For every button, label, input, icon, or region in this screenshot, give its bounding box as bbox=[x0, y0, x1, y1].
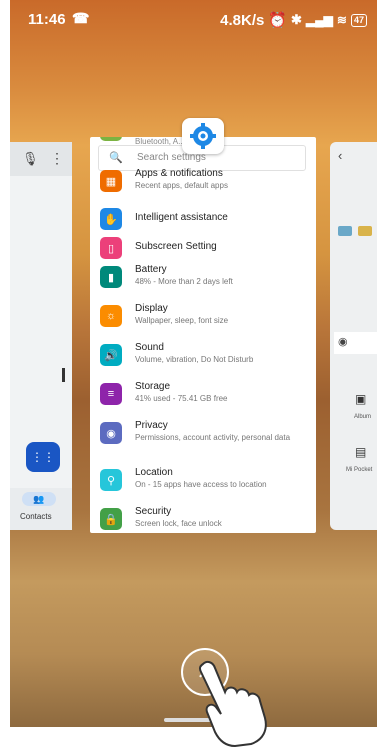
volume-icon: 🔊 bbox=[100, 344, 122, 366]
settings-item-title: Storage bbox=[135, 381, 171, 392]
more-options-icon[interactable]: ⋮ bbox=[50, 150, 64, 167]
bluetooth-icon: ✱ bbox=[291, 12, 302, 27]
settings-item-title: Display bbox=[135, 303, 168, 314]
lock-icon: 🔒 bbox=[100, 508, 122, 530]
phone-top-bar: 🎙 ⋮ bbox=[10, 142, 72, 176]
recent-app-card-gallery[interactable]: ‹ ◉ ▣ Album ▤ Mi Pocket bbox=[330, 142, 377, 530]
battery-icon: ▮ bbox=[100, 266, 122, 288]
signal-icon: ▂▄▆ bbox=[305, 13, 333, 27]
settings-item-title: Intelligent assistance bbox=[135, 212, 228, 223]
album-label: Album bbox=[354, 414, 372, 420]
settings-item-privacy[interactable]: ◉ Privacy Permissions, account activity,… bbox=[90, 414, 316, 459]
settings-item-title: Security bbox=[135, 506, 172, 517]
display-icon: ☼ bbox=[100, 305, 122, 327]
settings-item-location[interactable]: ⚲ Location On - 15 apps have access to l… bbox=[90, 461, 316, 499]
status-bar: 11:46 ☎ 4.8K/s ⏰ ✱ ▂▄▆ ≋ 47 bbox=[10, 0, 377, 38]
microphone-icon[interactable]: 🎙 bbox=[22, 151, 39, 167]
back-arrow-icon[interactable]: ‹ bbox=[338, 148, 342, 163]
bottom-nav: 👥 Contacts bbox=[10, 488, 72, 530]
settings-item-subtitle: Recent apps, default apps bbox=[135, 181, 228, 190]
settings-item-sound[interactable]: 🔊 Sound Volume, vibration, Do Not Distur… bbox=[90, 336, 316, 374]
settings-item-subtitle: 41% used - 75.41 GB free bbox=[135, 394, 228, 403]
missed-call-icon: ☎ bbox=[72, 10, 90, 26]
alarm-icon: ⏰ bbox=[268, 12, 288, 29]
settings-item-subtitle: Wallpaper, sleep, font size bbox=[135, 316, 229, 325]
settings-item-battery[interactable]: ▮ Battery 48% - More than 2 days left bbox=[90, 258, 316, 296]
network-icon bbox=[100, 137, 122, 141]
settings-item-title: Location bbox=[135, 467, 173, 478]
contacts-icon[interactable]: 👥 bbox=[22, 492, 56, 506]
scroll-indicator bbox=[62, 368, 65, 382]
recent-app-card-settings[interactable]: Bluetooth, A... NFC 🔍 Search settings ▦ … bbox=[90, 137, 316, 533]
settings-item-title: Subscreen Setting bbox=[135, 241, 217, 252]
network-speed: 4.8K/s bbox=[220, 11, 265, 29]
settings-item-subtitle: Volume, vibration, Do Not Disturb bbox=[135, 355, 254, 364]
settings-item-title: Sound bbox=[135, 342, 164, 353]
settings-item-subtitle: Screen lock, face unlock bbox=[135, 519, 222, 528]
player-strip: ◉ bbox=[334, 332, 377, 354]
recent-apps-screen: 11:46 ☎ 4.8K/s ⏰ ✱ ▂▄▆ ≋ 47 🎙 ⋮ ⋮⋮ 👥 Con… bbox=[10, 0, 377, 727]
play-icon[interactable]: ◉ bbox=[338, 335, 348, 348]
settings-item-apps[interactable]: ▦ Apps & notifications Recent apps, defa… bbox=[90, 162, 316, 200]
settings-item-title: Apps & notifications bbox=[135, 168, 223, 179]
thumbnail-icon bbox=[338, 226, 352, 236]
privacy-eye-icon: ◉ bbox=[100, 422, 122, 444]
settings-item-title: Battery bbox=[135, 264, 167, 275]
location-pin-icon: ⚲ bbox=[100, 469, 122, 491]
settings-item-storage[interactable]: ≡ Storage 41% used - 75.41 GB free bbox=[90, 375, 316, 413]
mi-pocket-label: Mi Pocket bbox=[346, 467, 373, 473]
thumbnail-icon-2 bbox=[358, 226, 372, 236]
settings-item-subtitle: 48% - More than 2 days left bbox=[135, 277, 233, 286]
settings-item-title: Privacy bbox=[135, 420, 168, 431]
hand-gesture-icon: ✋ bbox=[100, 208, 122, 230]
settings-item-subtitle: Permissions, account activity, personal … bbox=[135, 433, 291, 442]
recent-app-card-phone[interactable]: 🎙 ⋮ ⋮⋮ 👥 Contacts bbox=[10, 142, 72, 530]
contacts-tab-label[interactable]: Contacts bbox=[20, 512, 52, 521]
settings-item-security[interactable]: 🔒 Security Screen lock, face unlock bbox=[90, 500, 316, 533]
apps-icon: ▦ bbox=[100, 170, 122, 192]
settings-app-icon[interactable] bbox=[182, 118, 224, 154]
subscreen-icon: ▯ bbox=[100, 237, 122, 259]
settings-item-subtitle: On - 15 apps have access to location bbox=[135, 480, 267, 489]
status-time: 11:46 bbox=[28, 11, 66, 28]
dialpad-button[interactable]: ⋮⋮ bbox=[26, 442, 60, 472]
pointer-hand-icon bbox=[198, 660, 267, 748]
album-icon: ▣ bbox=[355, 392, 367, 406]
storage-icon: ≡ bbox=[100, 383, 122, 405]
settings-item-display[interactable]: ☼ Display Wallpaper, sleep, font size bbox=[90, 297, 316, 335]
battery-indicator: 47 bbox=[350, 13, 367, 27]
wifi-icon: ≋ bbox=[336, 13, 347, 27]
mi-pocket-icon: ▤ bbox=[355, 445, 367, 459]
